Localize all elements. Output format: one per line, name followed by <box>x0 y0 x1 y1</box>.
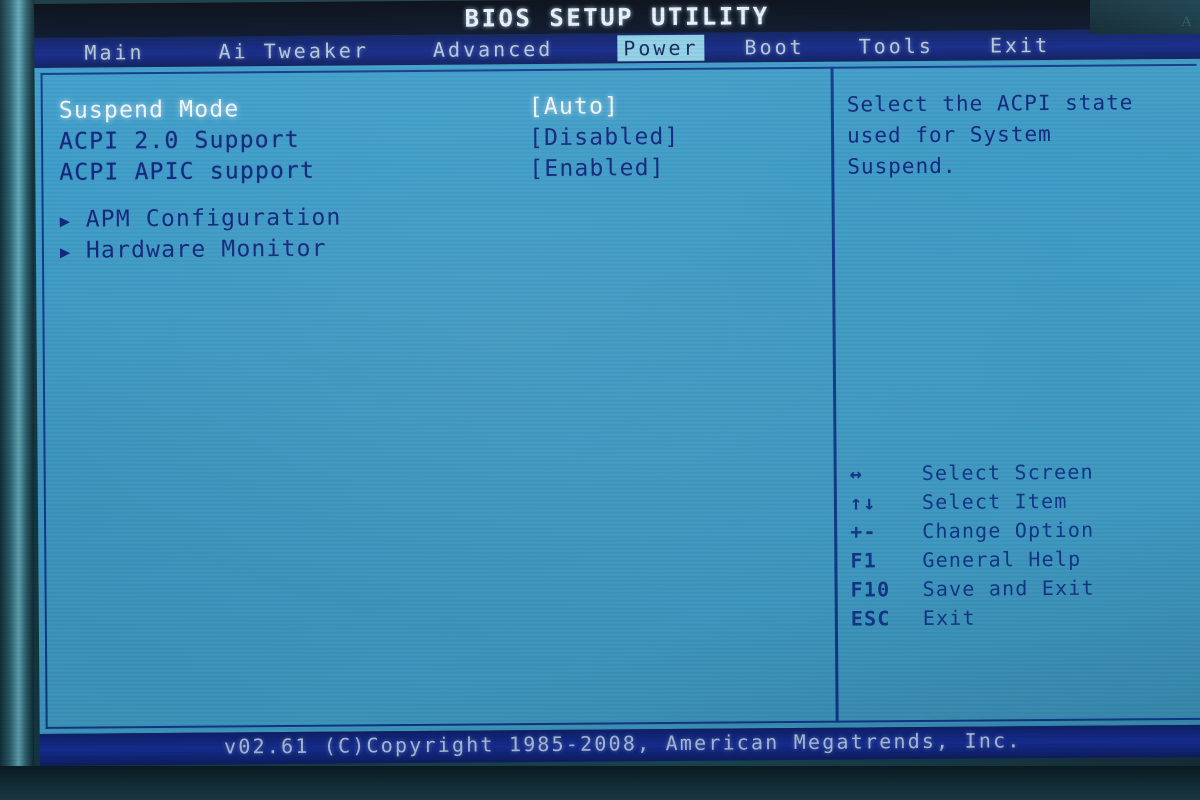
legend-row-select-item: ↑↓ Select Item <box>850 489 1094 520</box>
background-glyph: A <box>1181 14 1192 30</box>
legend-row-save-and-exit: F10 Save and Exit <box>851 576 1095 607</box>
setting-label-acpi-apic-support: ACPI APIC support <box>59 157 316 186</box>
legend-label: General Help <box>922 546 1082 573</box>
monitor-photo: A BIOS SETUP UTILITY Main Ai Tweaker Adv… <box>0 0 1200 800</box>
legend-row-select-screen: ↔ Select Screen <box>850 460 1094 491</box>
help-panel: Select the ACPI state used for System Su… <box>847 87 1200 183</box>
legend-row-general-help: F1 General Help <box>850 547 1094 578</box>
key-esc-label: ESC <box>850 606 891 631</box>
submenu-label-hardware-monitor: Hardware Monitor <box>85 235 327 264</box>
legend-label: Change Option <box>922 517 1095 544</box>
key-f1-label: F1 <box>850 548 877 573</box>
content-area: Suspend Mode [Auto] ACPI 2.0 Support [Di… <box>34 58 1200 734</box>
help-line: Suspend. <box>847 153 957 179</box>
legend-row-change-option: +- Change Option <box>850 518 1094 549</box>
setting-row-acpi-apic-support[interactable]: ACPI APIC support [Enabled] <box>59 154 819 191</box>
help-line: used for System <box>846 122 1052 148</box>
tab-power[interactable]: Power <box>617 34 705 62</box>
plus-minus-icon: +- <box>850 519 877 544</box>
legend-label: Exit <box>922 605 976 631</box>
legend-label: Save and Exit <box>922 575 1095 602</box>
key-legend: ↔ Select Screen ↑↓ Select Item +- Change… <box>850 460 1095 636</box>
tab-tools[interactable]: Tools <box>853 33 940 60</box>
submenu-hardware-monitor[interactable]: ▶ Hardware Monitor <box>60 232 820 269</box>
tab-boot[interactable]: Boot <box>738 34 810 61</box>
legend-row-exit: ESC Exit <box>851 605 1095 636</box>
key-f10-label: F10 <box>850 577 891 602</box>
tab-advanced[interactable]: Advanced <box>427 36 560 63</box>
legend-label: Select Screen <box>921 459 1094 486</box>
submenu-label-apm-configuration: APM Configuration <box>85 204 342 233</box>
setting-value-acpi-apic-support[interactable]: [Enabled] <box>529 155 665 182</box>
triangle-right-icon: ▶ <box>59 242 72 263</box>
tab-exit[interactable]: Exit <box>984 32 1056 59</box>
submenu-list: ▶ APM Configuration ▶ Hardware Monitor <box>60 201 820 269</box>
legend-label: Select Item <box>921 488 1068 515</box>
setting-value-acpi-20-support[interactable]: [Disabled] <box>529 124 680 151</box>
setting-value-suspend-mode[interactable]: [Auto] <box>529 93 619 120</box>
copyright-text: v02.61 (C)Copyright 1985-2008, American … <box>223 728 1022 759</box>
arrow-up-down-icon: ↑↓ <box>849 490 877 515</box>
monitor-bezel-left <box>0 0 34 800</box>
settings-list: Suspend Mode [Auto] ACPI 2.0 Support [Di… <box>59 92 820 269</box>
help-line: Select the ACPI state <box>846 90 1134 117</box>
tab-main[interactable]: Main <box>78 39 150 66</box>
bios-screen: BIOS SETUP UTILITY Main Ai Tweaker Advan… <box>34 0 1200 766</box>
setting-label-suspend-mode: Suspend Mode <box>58 96 240 124</box>
triangle-right-icon: ▶ <box>59 211 72 232</box>
arrow-left-right-icon: ↔ <box>849 461 864 486</box>
tab-ai-tweaker[interactable]: Ai Tweaker <box>212 37 375 64</box>
monitor-bezel-bottom <box>0 766 1200 800</box>
setting-label-acpi-20-support: ACPI 2.0 Support <box>58 126 300 155</box>
